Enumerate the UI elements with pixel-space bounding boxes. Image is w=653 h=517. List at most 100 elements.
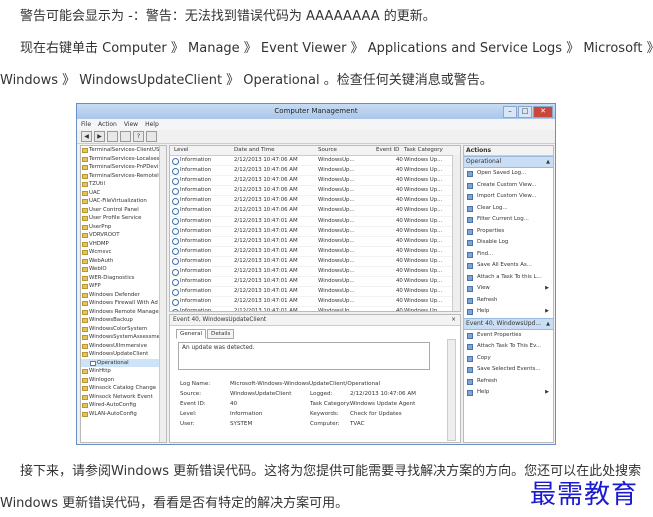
paragraph-warning: 警告可能会显示为 -：警告：无法找到错误代码为 AAAAAAAA 的更新。 xyxy=(20,9,436,24)
tree-item: Windows Remote Manage xyxy=(81,308,166,317)
tree-item: WindowsUpdateClient xyxy=(81,350,166,359)
source-value: WindowsUpdateClient xyxy=(230,391,292,397)
tree-item-label: WindowsUIImmersive xyxy=(89,342,148,349)
action-item: Properties xyxy=(464,226,553,238)
cell-id: 40 xyxy=(396,298,403,305)
info-icon xyxy=(172,268,179,276)
menu-file: File xyxy=(81,121,92,128)
cell-task: Windows Up... xyxy=(404,257,443,264)
cell-level: Information xyxy=(180,187,212,194)
computer-label: Computer: xyxy=(310,421,340,427)
folder-icon xyxy=(82,267,88,272)
folder-icon xyxy=(82,326,88,332)
close-icon: ✕ xyxy=(533,106,553,118)
action-item-label: Find... xyxy=(477,250,494,257)
action-icon xyxy=(467,171,473,177)
cell-date: 2/12/2013 10:47:01 AM xyxy=(234,247,298,254)
cell-source: WindowsUp... xyxy=(318,278,355,285)
cell-date: 2/12/2013 10:47:06 AM xyxy=(234,177,298,184)
info-icon xyxy=(172,187,179,195)
cell-level: Information xyxy=(180,227,212,234)
action-item-label: Help xyxy=(477,308,490,314)
log-name-value: Microsoft-Windows-WindowsUpdateClient/Op… xyxy=(230,381,381,387)
cell-task: Windows Up... xyxy=(404,187,443,194)
info-icon xyxy=(172,258,179,266)
paragraph-navigation-line2: Windows 》 WindowsUpdateClient 》 Operatio… xyxy=(0,73,493,88)
info-icon xyxy=(172,207,179,215)
user-label: User: xyxy=(180,421,195,427)
menu-view: View xyxy=(123,121,139,128)
tree-item: WebIO xyxy=(81,265,166,274)
cell-task: Windows Up... xyxy=(404,247,443,254)
folder-icon xyxy=(82,156,88,162)
action-icon xyxy=(467,194,473,200)
action-item: Copy xyxy=(464,353,553,365)
logged-value: 2/12/2013 10:47:06 AM xyxy=(350,391,417,397)
tab-details: Details xyxy=(207,329,235,339)
menu-bar: File Action View Help xyxy=(77,119,555,130)
action-item: Import Custom View... xyxy=(464,191,553,203)
action-icon xyxy=(467,217,473,223)
action-icon xyxy=(467,297,473,304)
action-icon xyxy=(467,228,473,235)
tree-item: WinHttp xyxy=(81,367,166,376)
tab-general: General xyxy=(176,329,207,339)
navigation-tree: TerminalServices-ClientUS TerminalService… xyxy=(80,145,167,443)
cell-id: 40 xyxy=(396,167,403,174)
table-row: Information 2/12/2013 10:47:01 AM WindowsU… xyxy=(170,237,460,247)
actions-section: Operational ▲ xyxy=(464,156,553,168)
cell-task: Windows Up... xyxy=(404,308,443,312)
tree-item-label: WindowsColorSystem xyxy=(89,325,148,332)
collapse-icon: ▲ xyxy=(546,159,550,165)
action-item: Save All Events As... xyxy=(464,260,553,272)
action-icon xyxy=(467,367,473,373)
cell-date: 2/12/2013 10:47:06 AM xyxy=(234,207,298,214)
watermark-logo: 最需教育 xyxy=(530,480,639,510)
tree-item-label: VDRVROOT xyxy=(89,232,120,238)
cell-id: 40 xyxy=(396,288,403,295)
cell-source: WindowsUp... xyxy=(318,247,355,254)
action-item-label: Open Saved Log... xyxy=(477,170,527,176)
tree-item: WLAN-AutoConfig xyxy=(81,410,166,419)
tree-item-label: TerminalServices-ClientUS xyxy=(89,147,160,153)
cell-date: 2/12/2013 10:47:01 AM xyxy=(234,298,298,305)
action-item-label: Refresh xyxy=(477,377,498,384)
tree-item-label: UserPnp xyxy=(89,223,112,230)
table-row: Information 2/12/2013 10:47:06 AM WindowsU… xyxy=(170,196,460,207)
action-item: Disable Log xyxy=(464,237,553,249)
action-item-label: Save All Events As... xyxy=(477,262,532,268)
folder-icon xyxy=(107,131,118,142)
tree-item: WindowsSystemAssessme xyxy=(81,333,166,342)
cell-level: Information xyxy=(180,177,212,184)
help-icon: ? xyxy=(133,131,144,142)
cell-source: WindowsUp... xyxy=(318,227,355,234)
cell-id: 40 xyxy=(396,187,403,194)
action-item-label: Copy xyxy=(477,354,491,361)
tree-item-label: WindowsUpdateClient xyxy=(89,351,149,357)
submenu-arrow-icon: ▶ xyxy=(545,285,549,291)
folder-icon xyxy=(82,190,88,196)
action-item-label: Attach Task To This Ev... xyxy=(477,343,541,349)
event-detail-title-text: Event 40, WindowsUpdateClient xyxy=(173,317,267,323)
tree-item: WER-Diagnostics xyxy=(81,274,166,283)
detail-scrollbar xyxy=(447,339,456,441)
cell-id: 40 xyxy=(396,177,403,184)
cell-level: Information xyxy=(180,217,212,224)
tree-item-label: Winsock Catalog Change xyxy=(89,385,157,391)
tree-item-label: WindowsSystemAssessme xyxy=(89,334,160,340)
computer-management-screenshot: Computer Management – □ ✕ File Action Vi… xyxy=(76,103,556,445)
tree-item: Operational xyxy=(81,358,166,367)
tree-item-label: VHDMP xyxy=(89,240,109,247)
info-icon xyxy=(172,298,179,306)
action-item: Attach a Task To this L... xyxy=(464,272,553,284)
action-item-label: Save Selected Events... xyxy=(477,366,541,372)
cell-source: WindowsUp... xyxy=(318,308,355,312)
tree-item-label: User Control Panel xyxy=(89,206,139,213)
tree-item-label: Windows Defender xyxy=(89,291,140,298)
cell-source: WindowsUp... xyxy=(318,288,355,295)
action-item-label: Refresh xyxy=(477,296,498,303)
cell-level: Information xyxy=(180,157,212,163)
folder-icon xyxy=(82,309,88,315)
tree-item: TerminalServices-ClientUS xyxy=(81,146,166,155)
tree-item: TerminalServices-Remotel xyxy=(81,172,166,181)
